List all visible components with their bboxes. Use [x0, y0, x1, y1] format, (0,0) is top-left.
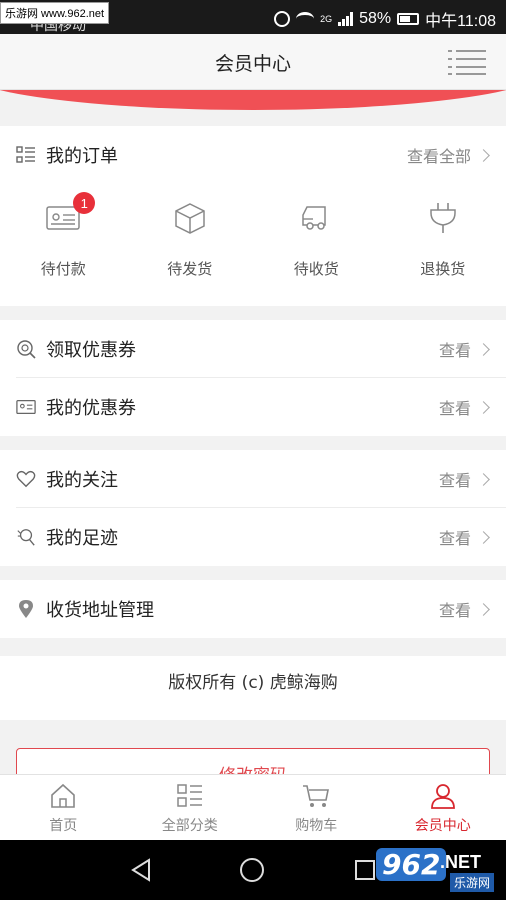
list-icon — [16, 145, 36, 165]
recent-apps-icon[interactable] — [355, 860, 375, 880]
order-status-label: 待收货 — [293, 260, 339, 278]
get-coupons-view[interactable]: 查看 — [438, 337, 490, 361]
get-coupons-row[interactable]: 领取优惠券 查看 — [0, 320, 506, 378]
address-management-label: 收货地址管理 — [46, 600, 154, 621]
my-coupons-label: 我的优惠券 — [46, 398, 136, 419]
my-footprints-view[interactable]: 查看 — [438, 525, 490, 549]
address-view[interactable]: 查看 — [438, 597, 490, 621]
get-coupons-label: 领取优惠券 — [46, 340, 136, 361]
my-follows-row[interactable]: 我的关注 查看 — [0, 450, 506, 508]
view-label: 查看 — [438, 471, 471, 490]
page-title: 会员中心 — [214, 53, 291, 75]
tab-member-center[interactable]: 会员中心 — [380, 775, 506, 840]
tab-home[interactable]: 首页 — [0, 775, 127, 840]
signal-icon — [338, 12, 354, 26]
orders-section: 我的订单 查看全部 1 待付款 待发货 待收货 退换货 — [0, 126, 506, 306]
my-coupons-row[interactable]: 我的优惠券 查看 — [0, 378, 506, 436]
tab-label: 购物车 — [295, 818, 338, 834]
logo-subtitle: 乐游网 — [449, 873, 494, 892]
view-label: 查看 — [438, 601, 471, 620]
location-pin-icon — [16, 599, 36, 619]
app-header: 会员中心 — [0, 34, 506, 90]
tab-label: 会员中心 — [414, 818, 471, 834]
my-follows-view[interactable]: 查看 — [438, 467, 490, 491]
copyright-text: 版权所有 (c) 虎鲸海购 — [0, 656, 506, 720]
battery-icon — [397, 13, 420, 25]
watermark-text: 乐游网 www.962.net — [0, 2, 110, 24]
tab-categories[interactable]: 全部分类 — [127, 775, 254, 840]
unpaid-count-badge: 1 — [73, 192, 96, 214]
chevron-right-icon — [477, 602, 490, 616]
chevron-right-icon — [477, 148, 490, 162]
view-all-label: 查看全部 — [406, 147, 471, 166]
category-icon — [177, 784, 202, 807]
status-bar: 中国移动 乐游网 www.962.net 2G 58% 中午11:08 — [0, 0, 506, 34]
bottom-tab-bar: 首页 全部分类 购物车 会员中心 — [0, 774, 506, 840]
tab-label: 全部分类 — [161, 818, 218, 834]
menu-icon[interactable] — [448, 50, 486, 75]
order-status-label: 退换货 — [420, 260, 466, 278]
order-pending-payment[interactable]: 1 待付款 — [0, 184, 127, 304]
chevron-right-icon — [477, 530, 490, 544]
chevron-right-icon — [477, 472, 490, 486]
plug-icon — [430, 203, 456, 233]
coupon-card-icon — [16, 397, 36, 417]
orders-header-row[interactable]: 我的订单 查看全部 — [0, 126, 506, 184]
footprint-icon — [16, 527, 36, 547]
home-icon — [51, 783, 76, 808]
order-status-grid: 1 待付款 待发货 待收货 退换货 — [0, 184, 506, 304]
back-icon[interactable] — [130, 858, 152, 882]
cart-icon — [303, 785, 330, 807]
coupon-search-icon — [16, 339, 36, 359]
address-section: 收货地址管理 查看 — [0, 580, 506, 638]
battery-percent: 58% — [359, 10, 392, 27]
clock-time: 中午11:08 — [425, 13, 496, 30]
order-status-label: 待发货 — [167, 260, 213, 278]
tab-cart[interactable]: 购物车 — [253, 775, 380, 840]
network-type: 2G — [320, 14, 333, 24]
my-footprints-label: 我的足迹 — [46, 528, 118, 549]
alarm-icon — [274, 11, 291, 27]
chevron-right-icon — [477, 342, 490, 356]
heart-icon — [16, 469, 36, 489]
order-pending-shipment[interactable]: 待发货 — [127, 184, 254, 304]
home-circle-icon[interactable] — [240, 858, 264, 882]
watermark-logo: 962 .NET 乐游网 — [376, 848, 498, 892]
orders-title: 我的订单 — [46, 146, 118, 167]
order-returns[interactable]: 退换货 — [380, 184, 506, 304]
coupons-section: 领取优惠券 查看 我的优惠券 查看 — [0, 320, 506, 436]
view-label: 查看 — [438, 341, 471, 360]
system-nav-bar: 962 .NET 乐游网 — [0, 840, 506, 900]
my-coupons-view[interactable]: 查看 — [438, 395, 490, 419]
my-footprints-row[interactable]: 我的足迹 查看 — [0, 508, 506, 566]
wifi-icon — [296, 12, 315, 26]
view-label: 查看 — [438, 529, 471, 548]
my-follows-label: 我的关注 — [46, 470, 118, 491]
logo-number: 962 — [376, 848, 447, 881]
address-management-row[interactable]: 收货地址管理 查看 — [0, 580, 506, 638]
order-pending-receipt[interactable]: 待收货 — [253, 184, 380, 304]
logo-suffix: .NET — [440, 852, 482, 872]
chevron-right-icon — [477, 400, 490, 414]
view-all-orders-link[interactable]: 查看全部 — [406, 143, 490, 167]
view-label: 查看 — [438, 399, 471, 418]
user-icon — [430, 784, 455, 809]
activity-section: 我的关注 查看 我的足迹 查看 — [0, 450, 506, 566]
tab-label: 首页 — [49, 818, 78, 834]
header-red-band — [0, 90, 506, 112]
box-icon — [175, 203, 205, 234]
order-status-label: 待付款 — [40, 260, 86, 278]
truck-icon — [302, 206, 326, 230]
